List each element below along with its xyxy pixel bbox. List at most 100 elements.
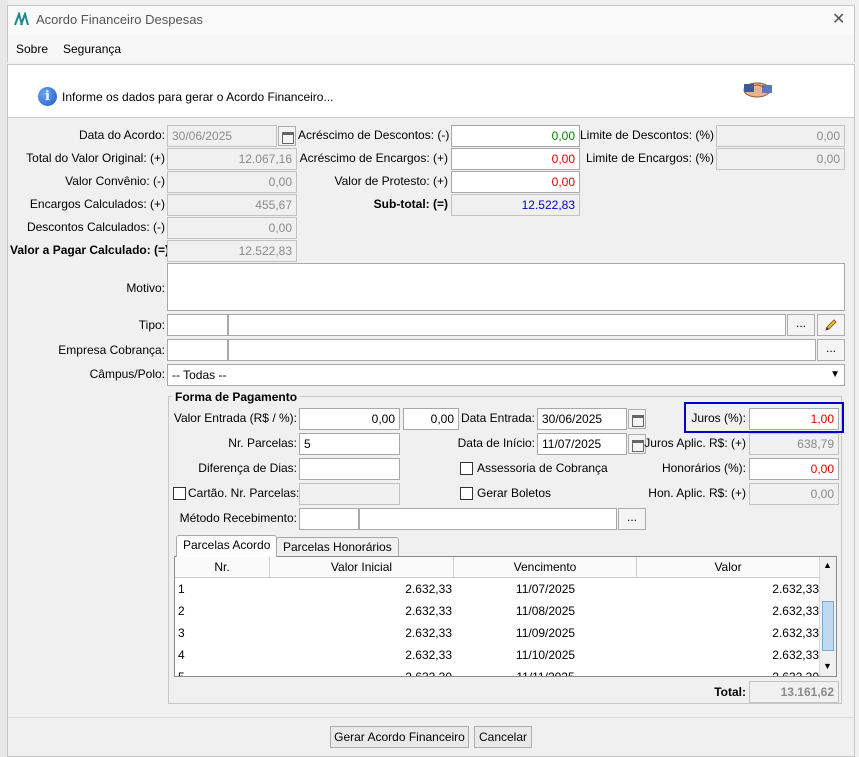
hon-aplic-label: Hon. Aplic. R$: (+) [648,486,746,500]
tipo-edit-button[interactable] [817,314,845,336]
row-vencimento: 11/10/2025 [515,648,576,662]
pagamento-group-title: Forma de Pagamento [172,390,301,404]
acresc-descontos-label: Acréscimo de Descontos: (-) [298,128,450,142]
tab-parcelas-acordo[interactable]: Parcelas Acordo [176,535,278,557]
scroll-up-icon[interactable]: ▲ [823,560,832,570]
total-original-field: 12.067,16 [167,148,297,170]
data-entrada-field[interactable]: 30/06/2025 [537,408,627,430]
row-nr: 4 [178,648,185,662]
juros-label: Juros (%): [691,411,746,425]
grid-header-vencimento[interactable]: Vencimento [454,557,637,578]
valor-entrada-label: Valor Entrada (R$ / %): [173,411,297,425]
encargos-calc-field: 455,67 [167,194,297,216]
row-nr: 3 [178,626,185,640]
cartao-parcelas-checkbox[interactable] [173,487,186,500]
row-valor: 2.632,33 [772,648,819,662]
campus-select-value: -- Todas -- [172,368,227,382]
metodo-search-button[interactable]: ... [618,508,646,530]
acresc-descontos-field[interactable]: 0,00 [451,125,580,147]
metodo-code-field[interactable] [299,508,359,530]
grid-header-valor-inicial[interactable]: Valor Inicial [270,557,454,578]
valor-entrada-rs-field[interactable]: 0,00 [299,408,400,430]
limite-descontos-label: Limite de Descontos: (%) [580,128,715,142]
nr-parcelas-field[interactable]: 5 [299,433,400,455]
data-inicio-field[interactable]: 11/07/2025 [537,433,627,455]
data-entrada-calendar-icon[interactable] [628,409,646,429]
encargos-calc-label: Encargos Calculados: (+) [29,197,165,211]
assessoria-checkbox[interactable] [460,462,473,475]
data-inicio-label: Data de Início: [457,436,535,450]
chevron-down-icon: ▼ [830,369,840,380]
row-valor: 2.632,30 [772,670,819,677]
gerar-boletos-label: Gerar Boletos [477,486,552,500]
row-valor: 2.632,33 [772,626,819,640]
row-valor-inicial: 2.632,33 [405,626,452,640]
valor-protesto-label: Valor de Protesto: (+) [334,174,449,188]
gerar-boletos-checkbox[interactable] [460,487,473,500]
grid-header-nr[interactable]: Nr. [175,557,270,578]
campus-select[interactable]: -- Todas -- ▼ [167,364,845,386]
row-valor-inicial: 2.632,33 [405,648,452,662]
metodo-description-field[interactable] [359,508,617,530]
grid-header-valor[interactable]: Valor [637,557,820,578]
diferenca-dias-field[interactable] [299,458,400,480]
empresa-code-field[interactable] [167,339,228,361]
juros-aplic-label: Juros Aplic. R$: (+) [644,436,746,450]
data-acordo-field: 30/06/2025 [167,125,277,147]
tab-parcelas-honorarios[interactable]: Parcelas Honorários [276,537,399,557]
pencil-icon [825,319,837,331]
row-nr: 5 [178,670,185,677]
cartao-parcelas-label: Cartão. Nr. Parcelas: [188,486,300,500]
tipo-description-field[interactable] [228,314,786,336]
campus-label: Câmpus/Polo: [89,367,165,381]
row-valor: 2.632,33 [772,582,819,596]
menu-security[interactable]: Segurança [63,42,121,56]
header-info-text: Informe os dados para gerar o Acordo Fin… [62,90,334,104]
empresa-search-button[interactable]: ... [817,339,845,361]
scroll-thumb[interactable] [822,601,834,651]
juros-field[interactable]: 1,00 [749,408,839,430]
acresc-encargos-field[interactable]: 0,00 [451,148,580,170]
valor-entrada-pct-field[interactable]: 0,00 [403,408,459,430]
scroll-down-icon[interactable]: ▼ [823,661,832,671]
total-original-label: Total do Valor Original: (+) [26,151,165,165]
row-nr: 1 [178,582,185,596]
grid-scrollbar[interactable]: ▲ ▼ [819,557,836,676]
honorarios-label: Honorários (%): [661,461,746,475]
row-valor-inicial: 2.632,33 [405,582,452,596]
tipo-search-button[interactable]: ... [787,314,815,336]
valor-convenio-label: Valor Convênio: (-) [65,174,165,188]
limite-descontos-field: 0,00 [716,125,845,147]
menu-about[interactable]: Sobre [16,42,48,56]
hon-aplic-field: 0,00 [749,483,839,505]
nr-parcelas-label: Nr. Parcelas: [228,436,297,450]
row-valor: 2.632,33 [772,604,819,618]
data-entrada-label: Data Entrada: [460,411,535,425]
valor-pagar-label: Valor a Pagar Calculado: (=) [10,243,170,257]
total-label: Total: [714,685,746,699]
row-vencimento: 11/08/2025 [515,604,576,618]
app-logo-icon [14,12,29,26]
descontos-calc-field: 0,00 [167,217,297,239]
diferenca-dias-label: Diferença de Dias: [198,461,297,475]
tipo-label: Tipo: [138,318,165,332]
juros-aplic-field: 638,79 [749,433,839,455]
row-vencimento: 11/07/2025 [515,582,576,596]
limite-encargos-field: 0,00 [716,148,845,170]
cancelar-button[interactable]: Cancelar [474,726,532,748]
parcelas-grid: Nr. Valor Inicial Vencimento Valor 1 2.6… [174,556,837,677]
valor-protesto-field[interactable]: 0,00 [451,171,580,193]
empresa-description-field[interactable] [228,339,816,361]
limite-encargos-label: Limite de Encargos: (%) [585,151,714,165]
data-acordo-label: Data do Acordo: [78,128,165,142]
close-icon[interactable]: ✕ [832,9,845,29]
handshake-icon [743,82,772,98]
subtotal-field: 12.522,83 [451,194,580,216]
data-acordo-calendar-icon[interactable] [278,126,296,146]
empresa-label: Empresa Cobrança: [58,343,165,357]
honorarios-field[interactable]: 0,00 [749,458,839,480]
motivo-textarea[interactable] [167,263,845,311]
tipo-code-field[interactable] [167,314,228,336]
gerar-acordo-button[interactable]: Gerar Acordo Financeiro [330,726,469,748]
row-vencimento: 11/11/2025 [516,670,575,677]
